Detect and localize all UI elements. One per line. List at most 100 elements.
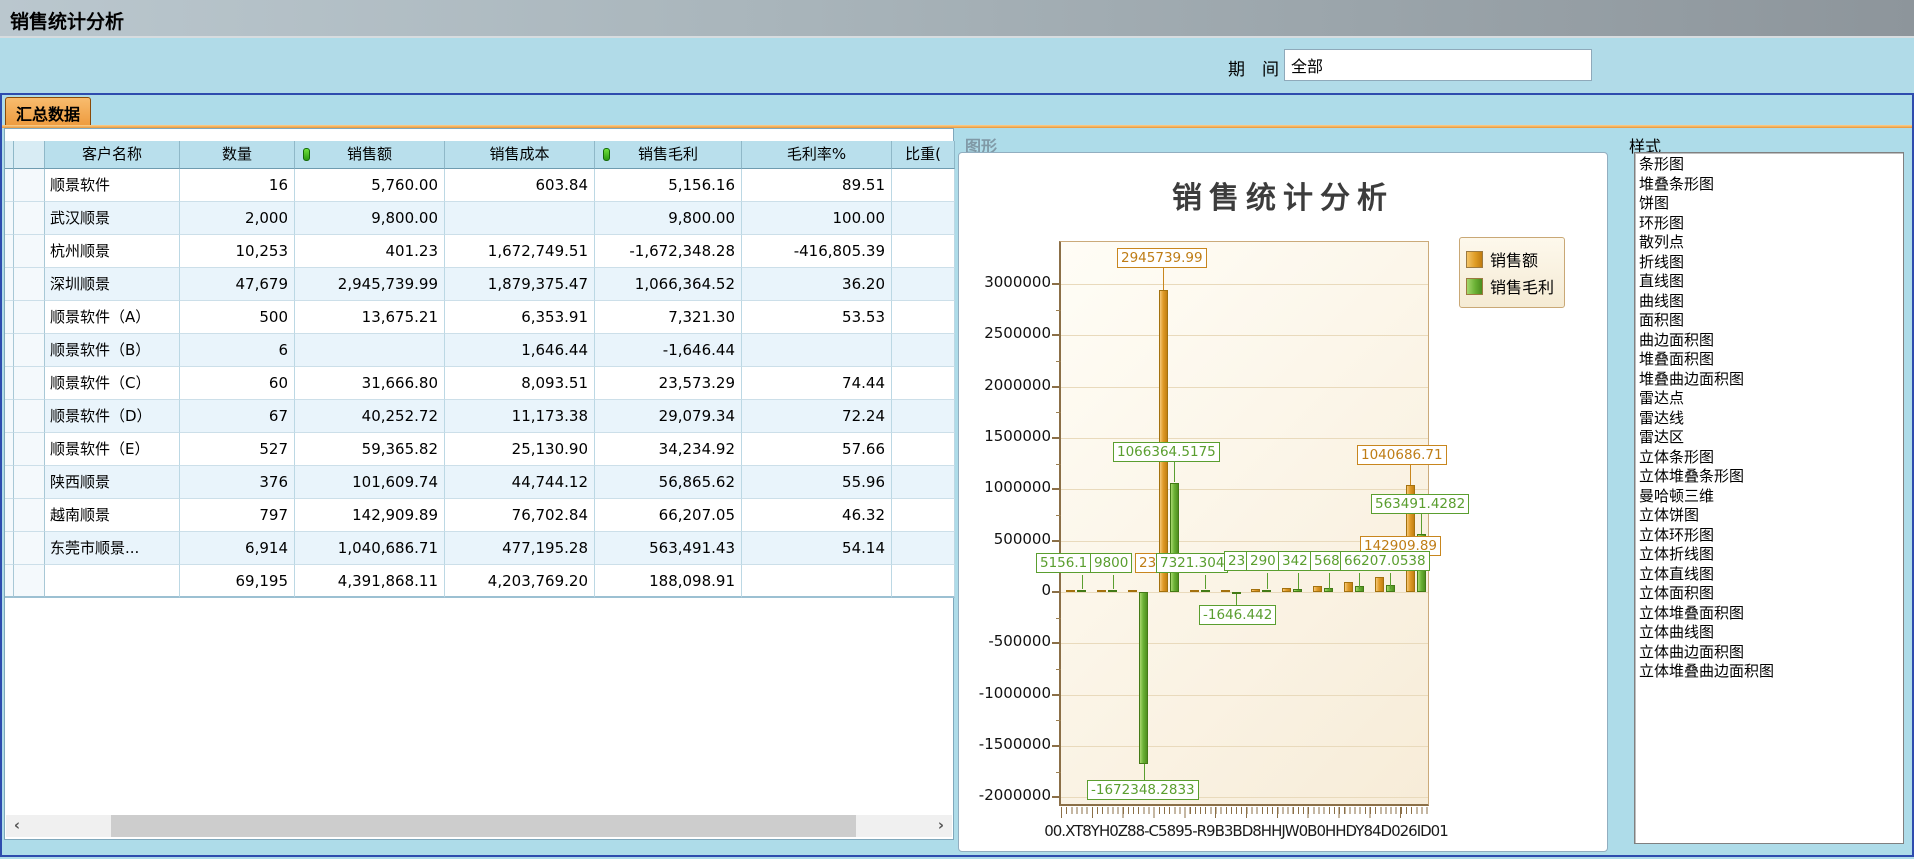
column-header-2[interactable]: 数量 [180, 141, 295, 169]
column-header-5[interactable]: 销售毛利 [595, 141, 742, 169]
y-axis-minor-tick [1056, 618, 1061, 619]
table-row[interactable]: 东莞市顺景...6,9141,040,686.71477,195.28563,4… [5, 532, 954, 565]
row-selector-cell[interactable] [5, 367, 14, 400]
table-row[interactable]: 杭州顺景10,253401.231,672,749.51-1,672,348.2… [5, 235, 954, 268]
scroll-right-button[interactable]: › [930, 815, 952, 837]
style-list-item[interactable]: 立体曲边面积图 [1639, 643, 1903, 663]
style-list-item[interactable]: 堆叠面积图 [1639, 350, 1903, 370]
table-row[interactable]: 顺景软件（C）6031,666.808,093.5123,573.2974.44 [5, 367, 954, 400]
row-header-cell[interactable] [14, 499, 45, 532]
column-header-3[interactable]: 销售额 [295, 141, 445, 169]
table-cell: 53.53 [742, 301, 892, 334]
scroll-left-button[interactable]: ‹ [6, 815, 28, 837]
style-list-item[interactable]: 曲边面积图 [1639, 331, 1903, 351]
column-header-6[interactable]: 毛利率% [742, 141, 892, 169]
period-input[interactable] [1284, 49, 1592, 81]
bar-label: 5156.1 [1036, 553, 1091, 573]
style-list-item[interactable]: 立体直线图 [1639, 565, 1903, 585]
column-header-4[interactable]: 销售成本 [445, 141, 595, 169]
column-header-1[interactable]: 客户名称 [45, 141, 180, 169]
row-header-cell[interactable] [14, 466, 45, 499]
table-row[interactable]: 顺景软件165,760.00603.845,156.1689.51 [5, 169, 954, 202]
table-row[interactable]: 顺景软件（B）61,646.44-1,646.44 [5, 334, 954, 367]
table-cell: 顺景软件 [45, 169, 180, 202]
label-connector [1082, 575, 1083, 589]
row-selector-cell[interactable] [5, 334, 14, 367]
row-selector-cell[interactable] [5, 466, 14, 499]
style-list-item[interactable]: 立体堆叠曲边面积图 [1639, 662, 1903, 682]
style-list-item[interactable]: 立体面积图 [1639, 584, 1903, 604]
label-connector [1205, 575, 1206, 589]
style-list-item[interactable]: 条形图 [1639, 155, 1903, 175]
style-list-item[interactable]: 立体条形图 [1639, 448, 1903, 468]
style-list-item[interactable]: 立体堆叠面积图 [1639, 604, 1903, 624]
row-selector-cell[interactable] [5, 433, 14, 466]
row-header-cell[interactable] [14, 565, 45, 598]
column-header-7[interactable]: 比重( [892, 141, 955, 169]
y-tick-label: 500000 [959, 530, 1051, 548]
row-header-cell[interactable] [14, 202, 45, 235]
row-selector-cell[interactable] [5, 532, 14, 565]
row-header-cell[interactable] [14, 235, 45, 268]
style-list-item[interactable]: 立体曲线图 [1639, 623, 1903, 643]
row-header-cell[interactable] [14, 334, 45, 367]
table-cell: 563,491.43 [595, 532, 742, 565]
table-cell: 顺景软件（D） [45, 400, 180, 433]
style-list-item[interactable]: 堆叠曲边面积图 [1639, 370, 1903, 390]
row-selector-cell[interactable] [5, 499, 14, 532]
row-selector-cell[interactable] [5, 565, 14, 598]
y-axis-minor-tick [1056, 515, 1061, 516]
row-selector-cell[interactable] [5, 169, 14, 202]
table-row[interactable]: 陕西顺景376101,609.7444,744.1256,865.6255.96 [5, 466, 954, 499]
table-cell: 527 [180, 433, 295, 466]
style-list-item[interactable]: 堆叠条形图 [1639, 175, 1903, 195]
row-selector-cell[interactable] [5, 202, 14, 235]
table-row[interactable]: 顺景软件（A）50013,675.216,353.917,321.3053.53 [5, 301, 954, 334]
row-header-cell[interactable] [14, 532, 45, 565]
grid-line [1061, 387, 1428, 388]
style-list-item[interactable]: 立体饼图 [1639, 506, 1903, 526]
row-header-cell[interactable] [14, 367, 45, 400]
tab-summary-data[interactable]: 汇总数据 [5, 97, 91, 125]
row-selector-cell[interactable] [5, 235, 14, 268]
row-selector-cell[interactable] [5, 400, 14, 433]
table-row[interactable]: 顺景软件（E）52759,365.8225,130.9034,234.9257.… [5, 433, 954, 466]
row-selector-cell[interactable] [5, 301, 14, 334]
style-list-item[interactable]: 立体折线图 [1639, 545, 1903, 565]
table-total-row[interactable]: 69,1954,391,868.114,203,769.20188,098.91 [5, 565, 954, 598]
style-list-item[interactable]: 散列点 [1639, 233, 1903, 253]
table-cell: 11,173.38 [445, 400, 595, 433]
style-list-item[interactable]: 环形图 [1639, 214, 1903, 234]
style-list-item[interactable]: 雷达点 [1639, 389, 1903, 409]
bar-label: -1646.442 [1199, 605, 1276, 625]
scroll-thumb[interactable] [111, 815, 856, 837]
style-list-item[interactable]: 立体环形图 [1639, 526, 1903, 546]
style-list-item[interactable]: 雷达区 [1639, 428, 1903, 448]
style-list-item[interactable]: 立体堆叠条形图 [1639, 467, 1903, 487]
row-header-cell[interactable] [14, 169, 45, 202]
y-axis-minor-tick [1056, 464, 1061, 465]
bar-label: -1672348.2833 [1087, 780, 1199, 800]
row-header-cell[interactable] [14, 433, 45, 466]
row-header-cell[interactable] [14, 400, 45, 433]
table-cell [892, 334, 955, 367]
row-selector-cell[interactable] [5, 268, 14, 301]
style-list-item[interactable]: 雷达线 [1639, 409, 1903, 429]
style-list-item[interactable]: 折线图 [1639, 253, 1903, 273]
row-header-cell[interactable] [14, 301, 45, 334]
bar-label: 1040686.71 [1357, 445, 1447, 465]
table-row[interactable]: 顺景软件（D）6740,252.7211,173.3829,079.3472.2… [5, 400, 954, 433]
style-listbox[interactable]: 条形图堆叠条形图饼图环形图散列点折线图直线图曲线图面积图曲边面积图堆叠面积图堆叠… [1634, 152, 1904, 844]
style-list-item[interactable]: 曼哈顿三维 [1639, 487, 1903, 507]
table-row[interactable]: 深圳顺景47,6792,945,739.991,879,375.471,066,… [5, 268, 954, 301]
table-cell: 4,391,868.11 [295, 565, 445, 598]
y-tick-label: 0 [959, 581, 1051, 599]
row-header-cell[interactable] [14, 268, 45, 301]
style-list-item[interactable]: 饼图 [1639, 194, 1903, 214]
style-list-item[interactable]: 曲线图 [1639, 292, 1903, 312]
h-scrollbar[interactable]: ‹ › [6, 815, 952, 837]
table-row[interactable]: 武汉顺景2,0009,800.009,800.00100.00 [5, 202, 954, 235]
style-list-item[interactable]: 直线图 [1639, 272, 1903, 292]
table-row[interactable]: 越南顺景797142,909.8976,702.8466,207.0546.32 [5, 499, 954, 532]
style-list-item[interactable]: 面积图 [1639, 311, 1903, 331]
